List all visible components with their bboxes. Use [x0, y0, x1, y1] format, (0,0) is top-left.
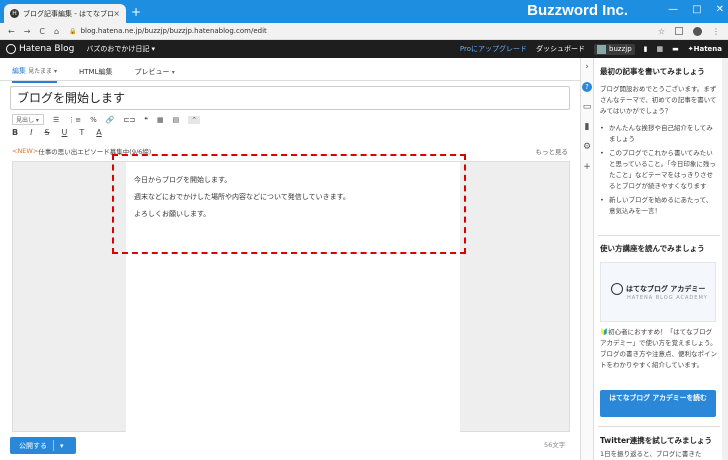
add-icon[interactable]: + [583, 162, 591, 172]
url-input[interactable]: blog.hatena.ne.jp/buzzjp/buzzjp.hatenabl… [81, 27, 658, 35]
address-bar: ← → C ⌂ 🔒 blog.hatena.ne.jp/buzzjp/buzzj… [0, 23, 728, 40]
avatar [597, 44, 607, 54]
academy-title: はてなブログ アカデミー [626, 285, 706, 293]
reload-icon[interactable]: C [39, 27, 45, 36]
section-title-first-post: 最初の記事を書いてみましょう [600, 67, 705, 76]
underline-icon[interactable]: U [62, 128, 68, 137]
publish-options-icon[interactable]: ▾ [60, 442, 64, 450]
academy-banner[interactable]: はてなブログ アカデミー HATENA BLOG ACADEMY [600, 262, 716, 322]
numbered-list-icon[interactable]: ⋮≡ [68, 116, 81, 124]
toolbar-row-1: 見出し ▾ ☰ ⋮≡ % 🔗 ⊏⊐ ❝ ▦ ▤ ⌃ [12, 114, 201, 125]
user-menu[interactable]: buzzjp [594, 43, 635, 55]
quote-icon[interactable]: ❝ [144, 116, 148, 124]
tab-edit-sub: 見たまま ▾ [28, 68, 57, 75]
tab-preview-sub: ▾ [171, 69, 175, 76]
see-more-link[interactable]: もっと見る [536, 146, 569, 156]
footnote-icon[interactable]: % [90, 116, 97, 124]
pro-upgrade-link[interactable]: Proにアップグレード [460, 44, 527, 54]
collapse-toolbar-icon[interactable]: ⌃ [188, 115, 201, 124]
list-item: 新しいブログを始めるにあたって、意気込みを一言！ [600, 195, 718, 217]
publish-divider [53, 440, 54, 451]
divider [598, 235, 720, 236]
dashboard-link[interactable]: ダッシュボード [536, 44, 585, 54]
tab-preview-label: プレビュー [134, 68, 170, 76]
browser-tab[interactable]: H ブログ記事編集 - はてなブログ × [4, 4, 126, 23]
collapse-sidebar-icon[interactable]: › [585, 62, 589, 72]
toolbar-row-2: B I S U T A [12, 128, 102, 137]
maximize-icon[interactable]: □ [692, 4, 701, 15]
italic-icon[interactable]: I [30, 128, 32, 137]
section-title-academy: 使い方講座を読んでみましょう [600, 244, 705, 253]
tab-title: ブログ記事編集 - はてなブログ [23, 9, 114, 18]
twitter-description: 1日を振り返ると、ブログに書きた [600, 450, 702, 458]
strikethrough-icon[interactable]: S [44, 128, 49, 137]
notification-icon[interactable]: ▬ [672, 45, 679, 53]
hatena-link[interactable]: ✦Hatena [688, 45, 722, 53]
section-title-twitter: Twitter連携を試してみましょう [600, 436, 713, 445]
academy-subtitle: HATENA BLOG ACADEMY [627, 295, 708, 301]
section-intro-text: ブログ開設おめでとうございます。まずさんなテーマで、初めての記事を書いてみてはい… [600, 85, 717, 115]
publish-button[interactable]: 公開する ▾ [10, 437, 76, 454]
academy-description: 🔰初心者におすすめ！「はてなブログ アカデミー」で使い方を覚えましょう。ブログの… [600, 328, 717, 369]
minimize-icon[interactable]: — [668, 4, 678, 15]
lock-icon: 🔒 [69, 27, 77, 35]
tab-close-icon[interactable]: × [113, 9, 120, 18]
more-separator-icon[interactable]: ⊏⊐ [124, 116, 136, 124]
sidebar-icon-rail: › ? ▭ ▮ ⚙ + [580, 58, 594, 460]
user-name: buzzjp [609, 45, 632, 53]
table-of-contents-icon[interactable]: ▤ [173, 116, 180, 124]
forward-icon[interactable]: → [24, 27, 31, 36]
blog-name-menu[interactable]: バズのおでかけ日記 ▾ [86, 44, 155, 54]
link-icon[interactable]: 🔗 [106, 116, 115, 124]
tips-list: かんたんな挨拶や自己紹介をしてみましょう このブログでこれから書いてみたいと思っ… [600, 123, 718, 220]
bookmark-star-icon[interactable]: ☆ [658, 27, 665, 36]
profile-icon[interactable] [693, 26, 702, 36]
home-icon[interactable]: ⌂ [54, 27, 59, 36]
brand-watermark: Buzzword Inc. [527, 2, 628, 19]
new-badge: <NEW> [12, 147, 39, 155]
hatena-global-bar: Hatena Blog バズのおでかけ日記 ▾ Proにアップグレード ダッシュ… [0, 40, 728, 58]
read-academy-button[interactable]: はてなブログ アカデミーを読む [600, 390, 716, 417]
font-size-icon[interactable]: T [79, 128, 84, 137]
browser-menu-icon[interactable]: ⋮ [712, 27, 720, 36]
character-count: 56文字 [544, 441, 566, 449]
list-item: このブログでこれから書いてみたいと思っていること。「今日印象に残ったこと」などテ… [600, 148, 718, 192]
window-controls: — □ ✕ [668, 4, 724, 15]
text-color-icon[interactable]: A [96, 128, 101, 137]
help-icon[interactable]: ? [582, 82, 592, 92]
close-window-icon[interactable]: ✕ [716, 4, 724, 15]
scrollbar[interactable] [722, 58, 728, 460]
back-icon[interactable]: ← [8, 27, 15, 36]
hatena-logo-icon [6, 44, 16, 54]
title-input[interactable]: ブログを開始します [10, 86, 570, 110]
photo-icon[interactable]: ▭ [583, 102, 592, 112]
hatena-blog-logo-text: Hatena Blog [19, 44, 75, 54]
settings-gear-icon[interactable]: ⚙ [583, 142, 591, 152]
highlight-dashed-box [112, 154, 466, 254]
hatena-mark-icon [611, 283, 623, 295]
bookmark-icon[interactable]: ▮ [644, 45, 648, 53]
new-tab-button[interactable]: + [131, 5, 141, 19]
extension-icon[interactable] [675, 27, 683, 35]
table-icon[interactable]: ▦ [157, 116, 164, 124]
tab-divider [0, 80, 580, 81]
bullet-list-icon[interactable]: ☰ [53, 116, 59, 124]
list-item: かんたんな挨拶や自己紹介をしてみましょう [600, 123, 718, 145]
divider [598, 426, 720, 427]
apps-grid-icon[interactable]: ▦ [657, 45, 664, 53]
tab-edit-label: 編集 [12, 67, 26, 75]
publish-label: 公開する [19, 441, 47, 450]
hatena-blog-logo[interactable]: Hatena Blog [6, 44, 74, 54]
folder-icon[interactable]: ▮ [585, 122, 590, 132]
bold-icon[interactable]: B [12, 128, 18, 137]
heading-select[interactable]: 見出し ▾ [12, 114, 44, 125]
hatena-favicon-icon: H [10, 9, 19, 18]
